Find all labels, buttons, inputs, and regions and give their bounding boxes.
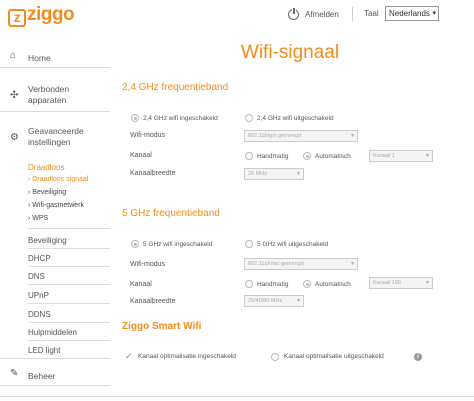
divider [28, 340, 110, 341]
sidebar-item-connected-devices[interactable]: ✣ Verbonden apparaten [0, 78, 110, 112]
band-24-auto-label: Automatisch [315, 153, 351, 160]
band-5-bandwidth-select[interactable]: 20/40/80 MHz [244, 295, 304, 307]
divider [28, 248, 110, 249]
band-24-auto-radio[interactable] [303, 152, 311, 160]
gear-icon: ⚙ [10, 132, 19, 143]
band-5-on-label: 5 GHz wifi ingeschakeld [143, 241, 213, 248]
band-5-mode-select[interactable]: 802.11a/n/ac gemengd [244, 258, 358, 270]
band-24-manual-label: Handmatig [257, 153, 289, 160]
power-icon [288, 7, 299, 20]
ziggo-logo-mark: z [8, 9, 26, 27]
smart-wifi-on-label: Kanaal optimalisatie ingeschakeld [138, 353, 236, 360]
logout-button[interactable]: Afmelden [288, 7, 339, 20]
sidebar-item-wireless[interactable]: Draadloos [28, 163, 64, 172]
info-icon[interactable]: i [414, 353, 422, 361]
band-24-on-radio[interactable] [131, 114, 139, 122]
logo-text: ziggo [27, 4, 75, 25]
band-5-off-radio[interactable] [245, 240, 253, 248]
smart-wifi-title: Ziggo Smart Wifi [122, 321, 202, 332]
sidebar-subitem-security[interactable]: › Beveiliging [28, 189, 66, 196]
sidebar-subitem-label: Wifi-gastnetwerk [32, 202, 85, 209]
band-5-mode-label: Wifi-modus [130, 261, 166, 268]
sidebar-item-label: Geavanceerde instellingen [28, 126, 84, 147]
sidebar-subitem-wps[interactable]: › WPS [28, 215, 48, 222]
sidebar-item-dns[interactable]: DNS [28, 272, 45, 281]
band-5-channel-label: Kanaal [130, 281, 152, 288]
sidebar-item-label: Verbonden apparaten [28, 84, 70, 105]
band-24-mode-select[interactable]: 802.11b/g/n gemengd [244, 130, 358, 142]
band-5-manual-label: Handmatig [257, 281, 289, 288]
sidebar-item-dhcp[interactable]: DHCP [28, 254, 51, 263]
band-5-title: 5 GHz frequentieband [122, 208, 220, 219]
language-select[interactable]: Nederlands [385, 6, 439, 21]
sidebar-item-upnp[interactable]: UPnP [28, 291, 49, 300]
top-header: z ziggo Afmelden Taal Nederlands [0, 0, 474, 30]
sidebar-item-ddns[interactable]: DDNS [28, 310, 51, 319]
sidebar-item-advanced-settings[interactable]: ⚙ Geavanceerde instellingen [0, 122, 110, 154]
band-5-bandwidth-label: Kanaalbreedte [130, 298, 176, 305]
pencil-icon: ✎ [10, 368, 19, 379]
sidebar-subitem-wireless-signal[interactable]: › Draadloos signaal [28, 176, 88, 183]
band-5-on-radio[interactable] [131, 240, 139, 248]
band-5-auto-label: Automatisch [315, 281, 351, 288]
ziggo-logo[interactable]: z ziggo [8, 4, 75, 27]
smart-wifi-off-label: Kanaal optimalisatie uitgeschakeld [284, 353, 384, 360]
sidebar-item-tools[interactable]: Hulpmiddelen [28, 328, 77, 337]
divider [28, 284, 110, 285]
sidebar-item-label: Beheer [28, 371, 56, 381]
band-24-off-label: 2,4 GHz wifi uitgeschakeld [257, 115, 334, 122]
network-icon: ✣ [10, 90, 19, 101]
sidebar-item-home[interactable]: ⌂ Home [0, 48, 110, 68]
band-24-bandwidth-label: Kanaalbreedte [130, 170, 176, 177]
band-24-channel-select[interactable]: Kanaal 1 [369, 150, 433, 162]
header-divider [352, 7, 353, 21]
band-24-bandwidth-select[interactable]: 20 MHz [244, 168, 304, 180]
logout-label: Afmelden [305, 10, 339, 19]
language-label: Taal [364, 9, 379, 18]
divider [28, 303, 110, 304]
band-24-mode-label: Wifi-modus [130, 132, 166, 139]
divider [0, 358, 110, 359]
page-title: Wifi-signaal [240, 42, 340, 63]
footer-divider [0, 396, 474, 397]
sidebar-subitem-label: Beveiliging [32, 189, 67, 196]
checkmark-icon[interactable]: ✓ [125, 351, 133, 362]
band-5-auto-radio[interactable] [303, 280, 311, 288]
band-24-off-radio[interactable] [245, 114, 253, 122]
band-24-channel-label: Kanaal [130, 152, 152, 159]
divider [28, 228, 110, 229]
sidebar-subitem-guest-network[interactable]: › Wifi-gastnetwerk [28, 202, 84, 209]
sidebar-item-security[interactable]: Beveiliging [28, 236, 67, 245]
band-24-title: 2,4 GHz frequentieband [122, 82, 229, 93]
sidebar-subitem-label: Draadloos signaal [32, 176, 89, 183]
band-24-on-label: 2,4 GHz wifi ingeschakeld [143, 115, 218, 122]
sidebar-subitem-label: WPS [32, 215, 49, 222]
band-5-off-label: 5 GHz wifi uitgeschakeld [257, 241, 329, 248]
band-5-manual-radio[interactable] [245, 280, 253, 288]
sidebar-item-label: Home [28, 53, 51, 63]
band-24-manual-radio[interactable] [245, 152, 253, 160]
smart-wifi-off-radio[interactable] [271, 353, 279, 361]
divider [28, 322, 110, 323]
divider [28, 266, 110, 267]
home-icon: ⌂ [10, 50, 17, 61]
sidebar-item-manage[interactable]: ✎ Beheer [0, 366, 110, 386]
sidebar-item-led-light[interactable]: LED light [28, 346, 60, 355]
band-5-channel-select[interactable]: Kanaal 100 [369, 277, 433, 289]
